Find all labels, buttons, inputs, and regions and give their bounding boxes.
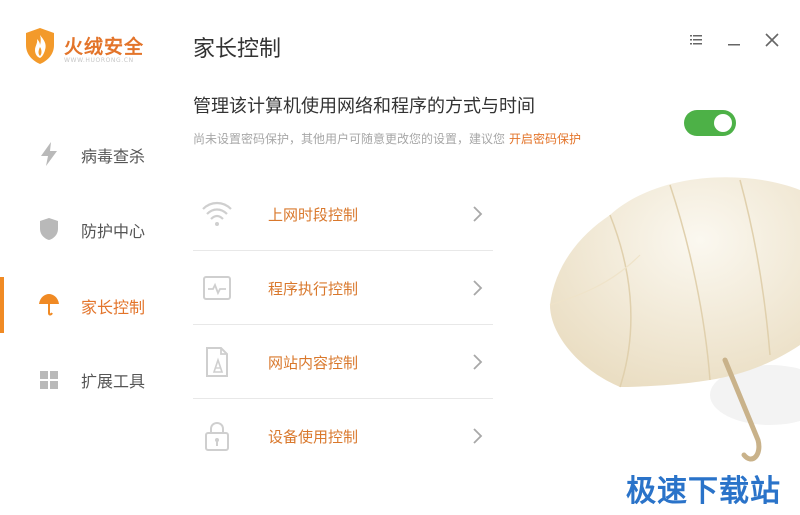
sidebar-item-extension-tools[interactable]: 扩展工具 xyxy=(0,351,170,407)
app-url: WWW.HUORONG.CN xyxy=(64,57,134,64)
shield-icon xyxy=(40,218,58,240)
menu-icon[interactable] xyxy=(686,30,706,50)
sidebar-item-parental-control[interactable]: 家长控制 xyxy=(0,277,170,333)
umbrella-icon xyxy=(39,294,59,316)
app-name: 火绒安全 xyxy=(64,36,145,58)
sidebar-item-virus-scan[interactable]: 病毒查杀 xyxy=(0,126,170,182)
chevron-right-icon xyxy=(473,428,483,444)
parental-control-toggle[interactable] xyxy=(684,110,736,136)
section-headline: 管理该计算机使用网络和程序的方式与时间 xyxy=(193,96,535,117)
website-content-control-item[interactable]: 网站内容控制 xyxy=(193,325,493,399)
program-monitor-icon xyxy=(203,276,231,300)
device-usage-control-item[interactable]: 设备使用控制 xyxy=(193,399,493,473)
app-logo: 火绒安全 WWW.HUORONG.CN xyxy=(24,27,154,67)
chevron-right-icon xyxy=(473,280,483,296)
grid-icon xyxy=(40,371,58,389)
control-item-label: 程序执行控制 xyxy=(268,280,359,298)
chevron-right-icon xyxy=(473,206,483,222)
sidebar-item-label: 家长控制 xyxy=(81,298,146,317)
sidebar-item-protection-center[interactable]: 防护中心 xyxy=(0,201,170,257)
lightning-icon xyxy=(41,142,57,166)
password-hint-text: 尚未设置密码保护，其他用户可随意更改您的设置，建议您 xyxy=(193,132,506,146)
chevron-right-icon xyxy=(473,354,483,370)
sidebar-item-label: 扩展工具 xyxy=(81,372,146,391)
sidebar: 火绒安全 WWW.HUORONG.CN 病毒查杀 防护中心 家长控制 扩展工具 xyxy=(0,0,170,515)
page-title: 家长控制 xyxy=(193,37,282,62)
huorong-logo-icon xyxy=(26,28,54,64)
sidebar-item-label: 病毒查杀 xyxy=(81,147,146,166)
toggle-knob xyxy=(714,114,732,132)
minimize-icon[interactable] xyxy=(724,30,744,50)
enable-password-link[interactable]: 开启密码保护 xyxy=(509,132,581,146)
sidebar-item-label: 防护中心 xyxy=(81,222,146,241)
control-item-label: 上网时段控制 xyxy=(268,206,359,224)
program-execution-control-item[interactable]: 程序执行控制 xyxy=(193,251,493,325)
control-item-label: 设备使用控制 xyxy=(268,428,359,446)
web-document-icon xyxy=(206,347,228,377)
watermark-text: 极速下载站 xyxy=(626,474,781,509)
internet-time-control-item[interactable]: 上网时段控制 xyxy=(193,177,493,251)
close-icon[interactable] xyxy=(762,30,782,50)
password-hint: 尚未设置密码保护，其他用户可随意更改您的设置，建议您 开启密码保护 xyxy=(193,130,581,147)
control-item-label: 网站内容控制 xyxy=(268,354,359,372)
wifi-icon xyxy=(202,201,232,226)
lock-icon xyxy=(205,421,229,451)
umbrella-illustration xyxy=(549,177,800,462)
